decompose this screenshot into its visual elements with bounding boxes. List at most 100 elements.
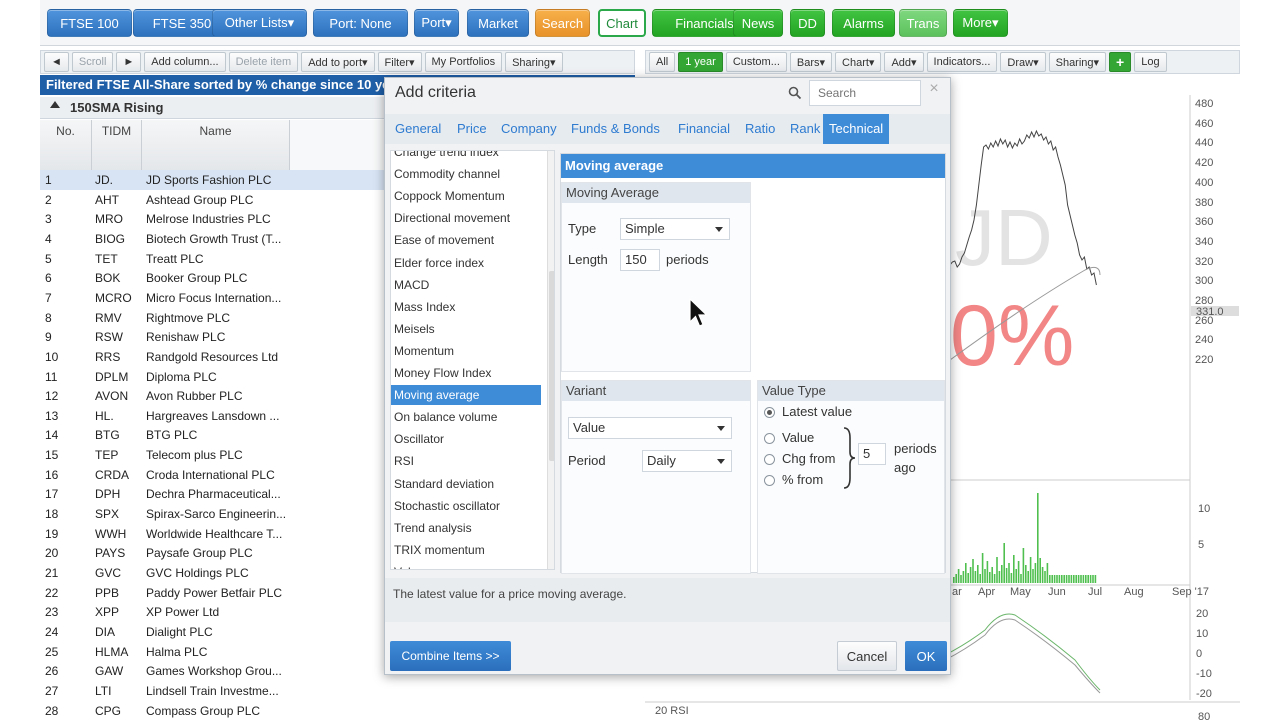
row-number: 25	[45, 644, 59, 659]
search-input[interactable]	[816, 85, 896, 101]
tab-rank[interactable]: Rank	[784, 114, 826, 144]
list-item[interactable]: Coppock Momentum	[391, 186, 541, 206]
add-to-port-button[interactable]: Add to port▾	[301, 52, 375, 72]
radio-latest-value[interactable]	[764, 407, 775, 418]
price-tick-label: 440	[1195, 137, 1214, 150]
list-item[interactable]: Trend analysis	[391, 518, 541, 538]
back-button[interactable]: ◄	[44, 52, 69, 72]
add-button[interactable]: Add▾	[884, 52, 924, 72]
row-tidm: JD.	[95, 173, 113, 187]
tab-ratio[interactable]: Ratio	[739, 114, 781, 144]
list-item[interactable]: Directional movement	[391, 208, 541, 228]
column-header-tidm[interactable]: TIDM	[92, 120, 142, 170]
volume-bar	[1094, 575, 1097, 583]
add-column-button[interactable]: Add column...	[144, 52, 226, 72]
row-tidm: PAYS	[95, 546, 126, 561]
search-icon[interactable]	[788, 86, 802, 100]
tab-technical[interactable]: Technical	[823, 114, 890, 144]
radio-pct-from[interactable]	[764, 475, 775, 486]
range-custom-button[interactable]: Custom...	[725, 52, 787, 72]
table-row[interactable]: 28 CPG Compass Group PLC	[40, 701, 635, 721]
toolbar-button-dd[interactable]: DD	[790, 9, 825, 37]
range-all-button[interactable]: All	[649, 52, 676, 72]
length-input[interactable]: 150	[620, 249, 660, 271]
list-item[interactable]: Commodity channel	[391, 164, 541, 184]
list-item[interactable]: Change trend index	[391, 151, 541, 162]
scrollbar-thumb[interactable]	[549, 271, 554, 461]
radio-value[interactable]	[764, 433, 775, 444]
tab-funds-bonds[interactable]: Funds & Bonds	[565, 114, 666, 144]
periods-ago-label-1: periods	[894, 441, 937, 456]
row-name: Renishaw PLC	[146, 330, 226, 345]
list-item[interactable]: Ease of movement	[391, 230, 541, 250]
table-row[interactable]: 27 LTI Lindsell Train Investme...	[40, 681, 635, 701]
toolbar-button-trans[interactable]: Trans	[899, 9, 947, 37]
list-item[interactable]: MACD	[391, 275, 541, 295]
length-label: Length	[568, 252, 608, 267]
volume-bar	[1027, 571, 1029, 583]
volume-bar	[955, 574, 957, 583]
periods-ago-input[interactable]: 5	[858, 443, 886, 465]
column-header-no[interactable]: No.	[40, 120, 92, 170]
list-item[interactable]: Elder force index	[391, 253, 541, 273]
toolbar-button-ftse-100[interactable]: FTSE 100	[47, 9, 132, 37]
toolbar-button-other-lists[interactable]: Other Lists▾	[212, 9, 307, 37]
chart-sharing-button[interactable]: Sharing▾	[1048, 52, 1107, 72]
list-item[interactable]: Stochastic oscillator	[391, 496, 541, 516]
toolbar-button-port-none[interactable]: Port: None	[313, 9, 408, 37]
list-item[interactable]: On balance volume	[391, 407, 541, 427]
scroll-button[interactable]: Scroll	[71, 52, 114, 72]
log-button[interactable]: Log	[1134, 52, 1167, 72]
sharing-button[interactable]: Sharing▾	[505, 52, 563, 72]
range-1-year-button[interactable]: 1 year	[678, 52, 723, 72]
plus-icon[interactable]: +	[1109, 52, 1132, 72]
list-item[interactable]: Standard deviation	[391, 474, 541, 494]
delete-item-button[interactable]: Delete item	[228, 52, 299, 72]
list-item[interactable]: Money Flow Index	[391, 363, 541, 383]
close-icon[interactable]: ×	[925, 80, 943, 98]
toolbar-button-market[interactable]: Market	[467, 9, 529, 37]
list-item[interactable]: TRIX momentum	[391, 540, 541, 560]
my-portfolios-button[interactable]: My Portfolios	[424, 52, 503, 72]
list-item[interactable]: Volume	[391, 562, 541, 569]
list-item[interactable]: RSI	[391, 451, 541, 471]
draw-button[interactable]: Draw▾	[1000, 52, 1046, 72]
ok-button[interactable]: OK	[905, 641, 947, 671]
list-item[interactable]: Meisels	[391, 319, 541, 339]
radio-chg-from[interactable]	[764, 454, 775, 465]
volume-bar	[953, 577, 955, 583]
indicators-button[interactable]: Indicators...	[926, 52, 998, 72]
toolbar-button-port[interactable]: Port▾	[414, 9, 459, 37]
toolbar-button-chart[interactable]: Chart	[598, 9, 646, 37]
cancel-button[interactable]: Cancel	[837, 641, 897, 671]
variant-select[interactable]: Value	[568, 417, 732, 439]
list-scrollbar[interactable]	[547, 151, 554, 569]
toolbar-button-search[interactable]: Search	[535, 9, 590, 37]
rsi-panel-label: 20 RSI	[655, 705, 689, 717]
column-header-name[interactable]: Name	[142, 120, 290, 170]
row-number: 22	[45, 585, 59, 600]
list-item[interactable]: Moving average	[391, 385, 541, 406]
period-select[interactable]: Daily	[642, 450, 732, 472]
chart-type-button[interactable]: Chart▾	[835, 52, 882, 72]
tab-financial[interactable]: Financial	[672, 114, 736, 144]
filter-button[interactable]: Filter▾	[377, 52, 422, 72]
list-item[interactable]: Mass Index	[391, 297, 541, 317]
price-tick-label: 340	[1195, 235, 1214, 248]
combine-items-button[interactable]: Combine Items >>	[390, 641, 511, 671]
toolbar-button-more[interactable]: More▾	[953, 9, 1008, 37]
tab-price[interactable]: Price	[451, 114, 493, 144]
tab-company[interactable]: Company	[495, 114, 563, 144]
toolbar-button-news[interactable]: News	[733, 9, 783, 37]
tab-general[interactable]: General	[389, 114, 447, 144]
volume-bar	[1039, 558, 1041, 583]
toolbar-button-alarms[interactable]: Alarms	[832, 9, 895, 37]
type-select[interactable]: Simple	[620, 218, 730, 240]
list-item[interactable]: Oscillator	[391, 429, 541, 449]
collapse-caret-icon[interactable]	[50, 101, 60, 108]
bars-button[interactable]: Bars▾	[789, 52, 833, 72]
list-item[interactable]: Momentum	[391, 341, 541, 361]
forward-button[interactable]: ►	[116, 52, 142, 72]
row-name: Melrose Industries PLC	[146, 212, 271, 227]
row-name: Booker Group PLC	[146, 271, 248, 286]
